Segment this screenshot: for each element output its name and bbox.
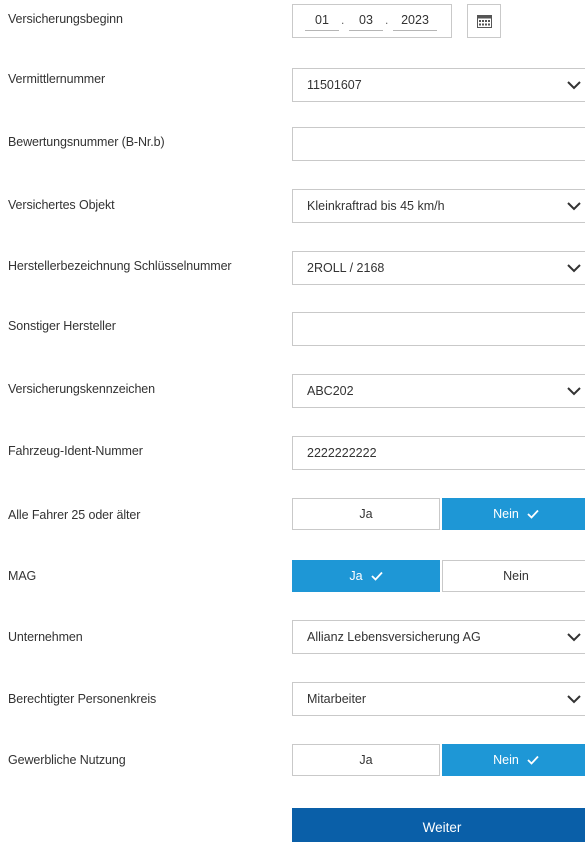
option-ja[interactable]: Ja: [292, 744, 440, 776]
check-icon: [527, 509, 539, 519]
date-day-input[interactable]: 01: [305, 11, 339, 31]
select-versichertes-objekt[interactable]: Kleinkraftrad bis 45 km/h: [292, 189, 585, 223]
input-value: 2222222222: [307, 446, 377, 460]
date-month-input[interactable]: 03: [349, 11, 383, 31]
label-alle-fahrer: Alle Fahrer 25 oder älter: [8, 508, 141, 522]
input-fahrzeug-ident-nummer[interactable]: 2222222222: [292, 436, 585, 470]
chevron-down-icon: [567, 695, 581, 704]
input-bewertungsnummer[interactable]: [292, 127, 585, 161]
toggle-mag: Ja Nein: [292, 560, 585, 592]
label-mag: MAG: [8, 569, 37, 583]
select-value: Mitarbeiter: [307, 692, 367, 706]
option-label: Ja: [359, 507, 373, 521]
option-nein[interactable]: Nein: [442, 560, 585, 592]
label-versichertes-objekt: Versichertes Objekt: [8, 198, 115, 212]
option-ja[interactable]: Ja: [292, 560, 440, 592]
label-vermittlernummer: Vermittlernummer: [8, 72, 106, 86]
label-personenkreis: Berechtigter Personenkreis: [8, 692, 157, 706]
chevron-down-icon: [567, 264, 581, 273]
option-label: Nein: [493, 753, 519, 767]
label-versicherungskennzeichen: Versicherungskennzeichen: [8, 382, 156, 396]
option-label: Nein: [493, 507, 519, 521]
calendar-icon: [477, 15, 492, 28]
calendar-button[interactable]: [467, 4, 501, 38]
input-sonstiger-hersteller[interactable]: [292, 312, 585, 346]
select-value: 11501607: [307, 78, 362, 92]
chevron-down-icon: [567, 202, 581, 211]
select-herstellerbezeichnung[interactable]: 2ROLL / 2168: [292, 251, 585, 285]
select-value: 2ROLL / 2168: [307, 261, 385, 275]
check-icon: [370, 571, 383, 581]
select-versicherungskennzeichen[interactable]: ABC202: [292, 374, 585, 408]
label-sonstiger-hersteller: Sonstiger Hersteller: [8, 319, 116, 333]
label-bewertungsnummer: Bewertungsnummer (B-Nr.b): [8, 135, 165, 149]
select-value: ABC202: [307, 384, 354, 398]
label-herstellerbezeichnung: Herstellerbezeichnung Schlüsselnummer: [8, 259, 232, 273]
date-separator: .: [385, 13, 389, 27]
chevron-down-icon: [567, 387, 581, 396]
option-ja[interactable]: Ja: [292, 498, 440, 530]
label-gewerbliche-nutzung: Gewerbliche Nutzung: [8, 753, 126, 767]
select-value: Allianz Lebensversicherung AG: [307, 630, 481, 644]
option-nein[interactable]: Nein: [442, 498, 585, 530]
check-icon: [527, 755, 539, 765]
option-label: Ja: [359, 753, 373, 767]
option-label: Nein: [503, 569, 529, 583]
label-versicherungsbeginn: Versicherungsbeginn: [8, 12, 123, 26]
select-vermittlernummer[interactable]: 11501607: [292, 68, 585, 102]
toggle-gewerbliche-nutzung: Ja Nein: [292, 744, 585, 776]
select-unternehmen[interactable]: Allianz Lebensversicherung AG: [292, 620, 585, 654]
date-year-input[interactable]: 2023: [393, 11, 437, 31]
toggle-alle-fahrer: Ja Nein: [292, 498, 585, 530]
chevron-down-icon: [567, 81, 581, 90]
weiter-button[interactable]: Weiter: [292, 808, 585, 842]
select-value: Kleinkraftrad bis 45 km/h: [307, 199, 445, 213]
label-fahrzeug-ident-nummer: Fahrzeug-Ident-Nummer: [8, 444, 143, 458]
select-personenkreis[interactable]: Mitarbeiter: [292, 682, 585, 716]
option-nein[interactable]: Nein: [442, 744, 585, 776]
label-unternehmen: Unternehmen: [8, 630, 83, 644]
date-input-versicherungsbeginn: 01 . 03 . 2023: [292, 4, 452, 38]
chevron-down-icon: [567, 633, 581, 642]
date-separator: .: [341, 13, 345, 27]
option-label: Ja: [349, 569, 363, 583]
